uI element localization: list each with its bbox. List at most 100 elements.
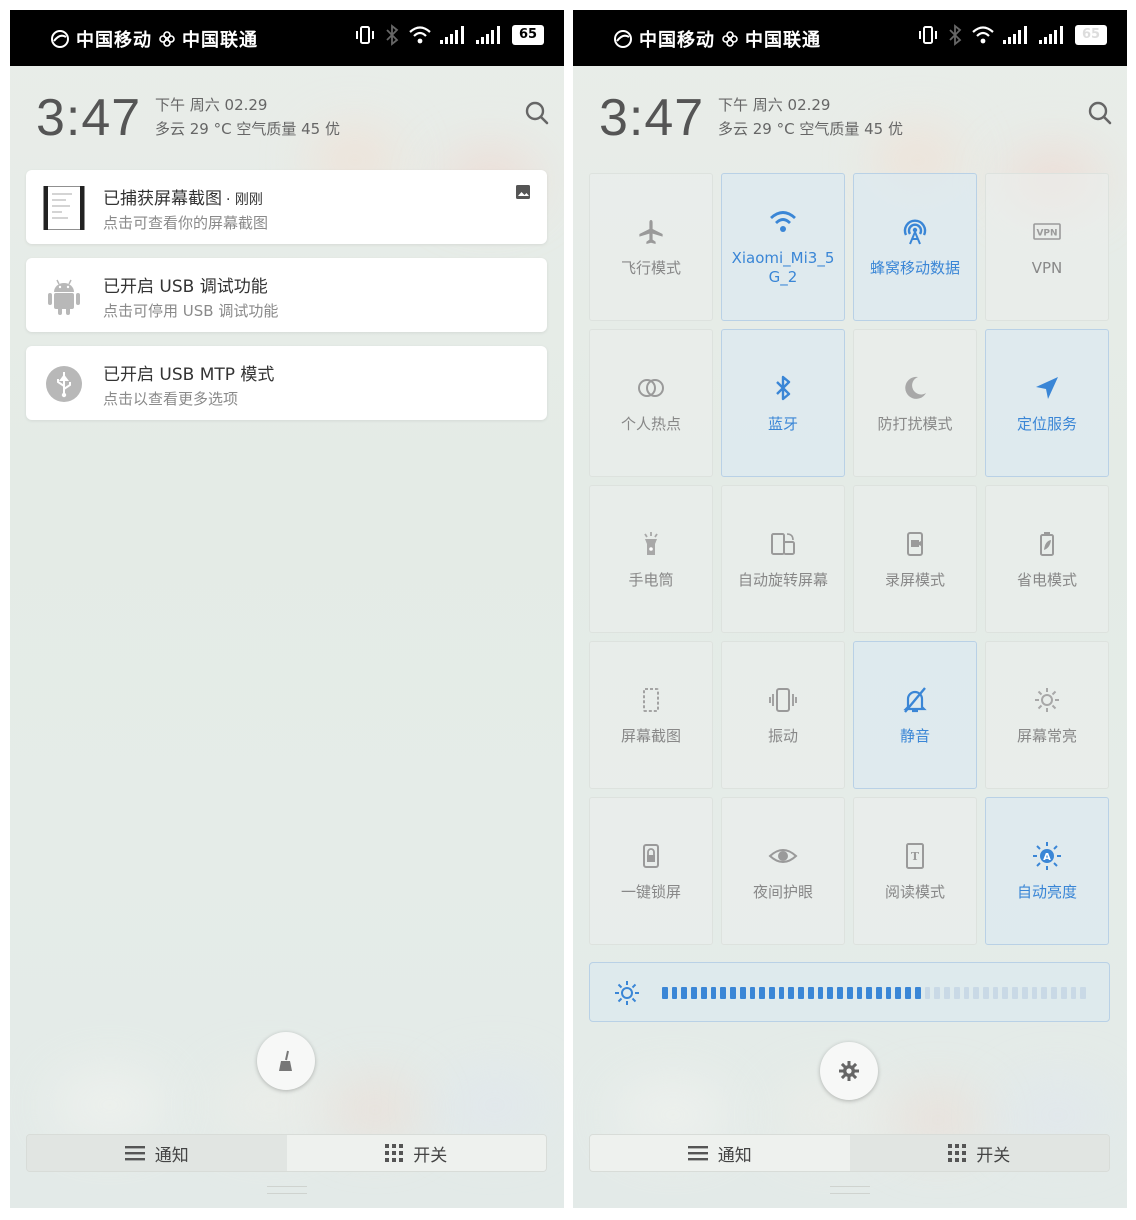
brightness-segment bbox=[1012, 987, 1018, 999]
toggle-label: Xiaomi_Mi3_5G_2 bbox=[731, 249, 835, 286]
toggle-do-not-disturb[interactable]: 防打扰模式 bbox=[853, 329, 977, 477]
drag-handle[interactable] bbox=[830, 1186, 870, 1194]
vibrate-icon bbox=[769, 687, 797, 712]
screenshot-icon bbox=[643, 687, 659, 712]
brightness-segment bbox=[778, 987, 785, 999]
battery-indicator: 65 bbox=[512, 25, 544, 45]
svg-text:VPN: VPN bbox=[1036, 228, 1057, 238]
notification-card-usb-debugging[interactable]: 已开启 USB 调试功能 点击可停用 USB 调试功能 bbox=[26, 258, 547, 332]
brightness-segment bbox=[691, 987, 697, 999]
brightness-segment bbox=[759, 987, 765, 999]
vpn-icon: VPN bbox=[1033, 222, 1061, 240]
hotspot-icon bbox=[638, 378, 664, 397]
moon-icon bbox=[905, 376, 926, 399]
toggle-screenshot[interactable]: 屏幕截图 bbox=[589, 641, 713, 789]
toggle-vibrate[interactable]: 振动 bbox=[721, 641, 845, 789]
notification-time: · 刚刚 bbox=[226, 192, 263, 208]
toggle-bluetooth[interactable]: 蓝牙 bbox=[721, 329, 845, 477]
toggle-keep-screen-on[interactable]: 屏幕常亮 bbox=[985, 641, 1109, 789]
toggle-label: VPN bbox=[1031, 258, 1063, 277]
screen-record-icon bbox=[907, 531, 923, 556]
svg-text:A: A bbox=[1043, 852, 1051, 863]
shade-tabbar: 通知 开关 bbox=[589, 1134, 1110, 1172]
date-label: 下午 周六 02.29 bbox=[155, 96, 268, 114]
toggle-mute[interactable]: 静音 bbox=[853, 641, 977, 789]
toggle-flashlight[interactable]: 手电筒 bbox=[589, 485, 713, 633]
shade-header: 3:47 下午 周六 02.29 多云 29 °C 空气质量 45 优 bbox=[10, 66, 564, 156]
toggle-night-eye-care[interactable]: 夜间护眼 bbox=[721, 797, 845, 945]
toggle-label: 屏幕截图 bbox=[620, 726, 681, 745]
toggle-label: 防打扰模式 bbox=[877, 414, 953, 433]
sun-icon bbox=[1035, 687, 1059, 712]
brightness-segment bbox=[671, 987, 678, 999]
airplane-icon bbox=[639, 219, 663, 244]
signal-2-status-icon bbox=[476, 26, 500, 44]
brightness-segment bbox=[837, 987, 843, 999]
brightness-segment bbox=[963, 987, 970, 999]
brightness-segment bbox=[817, 987, 824, 999]
brightness-segment bbox=[769, 987, 775, 999]
gear-icon bbox=[839, 1061, 859, 1081]
notification-card-screenshot[interactable]: 已捕获屏幕截图 · 刚刚 点击可查看你的屏幕截图 bbox=[26, 170, 547, 244]
brightness-track[interactable] bbox=[662, 987, 1090, 999]
tab-toggles[interactable]: 开关 bbox=[849, 1135, 1109, 1171]
settings-button[interactable] bbox=[820, 1042, 878, 1100]
toggle-label: 夜间护眼 bbox=[752, 882, 813, 901]
clock[interactable]: 3:47 bbox=[36, 88, 141, 148]
toggle-label: 个人热点 bbox=[620, 414, 681, 433]
toggle-label: 飞行模式 bbox=[620, 258, 681, 277]
china-unicom-logo-icon bbox=[159, 31, 175, 47]
battery-indicator: 65 bbox=[1075, 25, 1107, 45]
brightness-segment bbox=[730, 987, 736, 999]
search-icon[interactable] bbox=[524, 100, 550, 126]
toggle-wifi[interactable]: Xiaomi_Mi3_5G_2 bbox=[721, 173, 845, 321]
tab-notifications[interactable]: 通知 bbox=[590, 1135, 850, 1171]
toggle-label: 静音 bbox=[899, 726, 930, 745]
china-unicom-logo-icon bbox=[722, 31, 738, 47]
brightness-segment bbox=[1051, 987, 1057, 999]
tab-toggles[interactable]: 开关 bbox=[286, 1135, 546, 1171]
tab-notifications[interactable]: 通知 bbox=[27, 1135, 287, 1171]
toggle-auto-brightness[interactable]: A 自动亮度 bbox=[985, 797, 1109, 945]
toggle-auto-rotate[interactable]: 自动旋转屏幕 bbox=[721, 485, 845, 633]
brightness-segment bbox=[895, 987, 902, 999]
brightness-segment bbox=[973, 987, 979, 999]
toggle-battery-saver[interactable]: 省电模式 bbox=[985, 485, 1109, 633]
brightness-segment bbox=[856, 987, 863, 999]
toggle-hotspot[interactable]: 个人热点 bbox=[589, 329, 713, 477]
brightness-segment bbox=[1021, 987, 1028, 999]
screenshot-thumbnail-icon bbox=[43, 186, 85, 230]
toggle-vpn[interactable]: VPN VPN bbox=[985, 173, 1109, 321]
weather-label[interactable]: 多云 29 °C 空气质量 45 优 bbox=[718, 118, 903, 139]
brightness-segment bbox=[681, 987, 688, 999]
toggle-label: 一键锁屏 bbox=[620, 882, 681, 901]
toggle-airplane-mode[interactable]: 飞行模式 bbox=[589, 173, 713, 321]
notification-subtitle: 点击可停用 USB 调试功能 bbox=[103, 302, 279, 320]
toggle-label: 蜂窝移动数据 bbox=[869, 258, 960, 277]
toggle-cellular-data[interactable]: 蜂窝移动数据 bbox=[853, 173, 977, 321]
drag-handle[interactable] bbox=[267, 1186, 307, 1194]
brightness-segment bbox=[992, 987, 999, 999]
reading-icon: T bbox=[906, 842, 924, 869]
brightness-segment bbox=[710, 987, 717, 999]
carrier-1-label: 中国移动 bbox=[639, 30, 715, 51]
toggle-reading-mode[interactable]: T 阅读模式 bbox=[853, 797, 977, 945]
notification-card-usb-mtp[interactable]: 已开启 USB MTP 模式 点击以查看更多选项 bbox=[26, 346, 547, 420]
brightness-slider[interactable] bbox=[589, 962, 1110, 1022]
notification-subtitle: 点击以查看更多选项 bbox=[103, 390, 239, 408]
brightness-segment bbox=[1070, 987, 1077, 999]
battery-saver-icon bbox=[1040, 531, 1054, 556]
weather-label[interactable]: 多云 29 °C 空气质量 45 优 bbox=[155, 118, 340, 139]
brightness-segment bbox=[700, 987, 707, 999]
brightness-segment bbox=[662, 987, 668, 999]
clear-all-button[interactable] bbox=[257, 1032, 315, 1090]
toggle-label: 自动旋转屏幕 bbox=[737, 570, 828, 589]
carrier-info: 中国移动 中国联通 bbox=[50, 26, 258, 52]
toggles-shade: 中国移动 中国联通 65 3:47 下午 周六 02.29 多云 29 °C 空… bbox=[573, 10, 1127, 1208]
toggle-location[interactable]: 定位服务 bbox=[985, 329, 1109, 477]
toggle-lock-screen[interactable]: 一键锁屏 bbox=[589, 797, 713, 945]
toggle-screen-record[interactable]: 录屏模式 bbox=[853, 485, 977, 633]
search-icon[interactable] bbox=[1087, 100, 1113, 126]
clock[interactable]: 3:47 bbox=[599, 88, 704, 148]
tab-notifications-label: 通知 bbox=[154, 1145, 189, 1166]
